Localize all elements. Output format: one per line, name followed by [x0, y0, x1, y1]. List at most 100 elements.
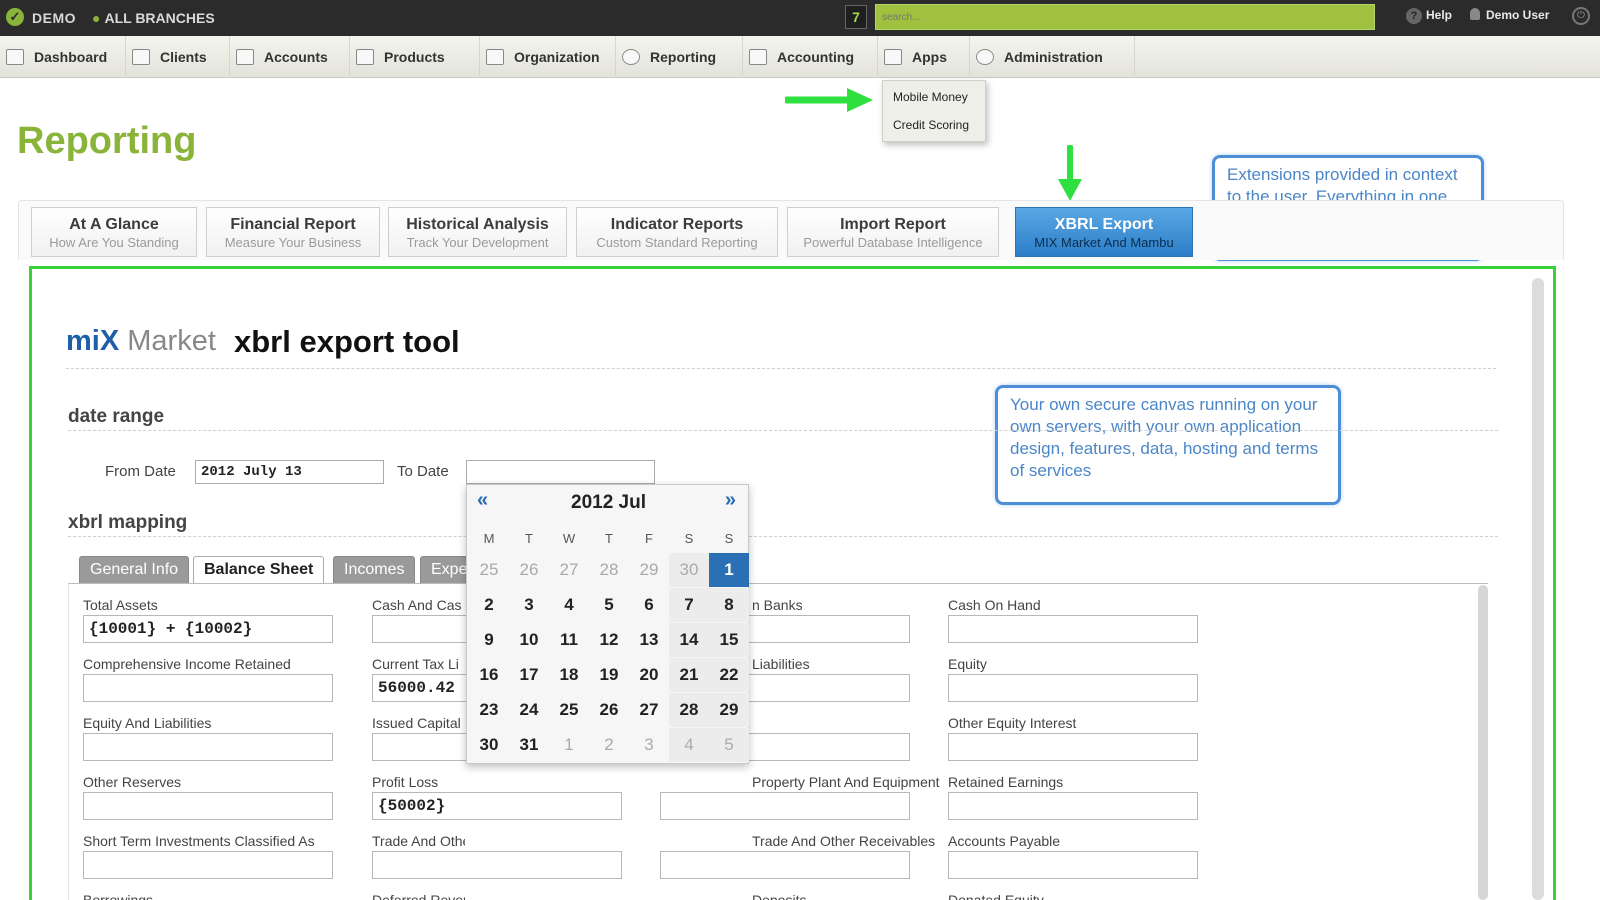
calendar-day[interactable]: 2	[589, 728, 629, 762]
mapping-input[interactable]	[83, 851, 333, 879]
calendar-day[interactable]: 29	[629, 553, 669, 587]
tab-title: XBRL Export	[1054, 216, 1154, 233]
calendar-day[interactable]: 14	[669, 623, 709, 657]
calendar-day[interactable]: 19	[589, 658, 629, 692]
calendar-day[interactable]: 22	[709, 658, 749, 692]
mapping-input[interactable]	[660, 792, 910, 820]
nav-dashboard[interactable]: Dashboard	[0, 36, 126, 78]
help-link[interactable]: ? Help	[1406, 8, 1452, 24]
panel-scrollbar[interactable]	[1478, 585, 1488, 900]
calendar-day[interactable]: 7	[669, 588, 709, 622]
mapping-input[interactable]	[83, 733, 333, 761]
calendar-day[interactable]: 8	[709, 588, 749, 622]
tab-at-a-glance[interactable]: At A Glance How Are You Standing	[31, 207, 197, 257]
calendar-day[interactable]: 12	[589, 623, 629, 657]
tab-import-report[interactable]: Import Report Powerful Database Intellige…	[787, 207, 999, 257]
next-month-button[interactable]: »	[725, 489, 736, 512]
calendar-day[interactable]: 16	[469, 658, 509, 692]
calendar-day[interactable]: 5	[709, 728, 749, 762]
tab-indicator-reports[interactable]: Indicator Reports Custom Standard Reporti…	[576, 207, 778, 257]
calendar-day[interactable]: 27	[629, 693, 669, 727]
calendar-day[interactable]: 28	[669, 693, 709, 727]
calendar-day[interactable]: 6	[629, 588, 669, 622]
nav-label: Accounts	[264, 49, 328, 65]
tab-xbrl-export[interactable]: XBRL Export MIX Market And Mambu	[1015, 207, 1193, 257]
mapping-input[interactable]	[948, 615, 1198, 643]
from-date-input[interactable]: 2012 July 13	[195, 460, 384, 484]
calendar-day[interactable]: 26	[589, 693, 629, 727]
calendar-day[interactable]: 28	[589, 553, 629, 587]
logo-market: Market	[127, 325, 216, 357]
notification-badge[interactable]: 7	[845, 5, 867, 29]
calendar-day[interactable]: 26	[509, 553, 549, 587]
products-icon	[356, 49, 374, 65]
calendar-day[interactable]: 23	[469, 693, 509, 727]
calendar-day[interactable]: 25	[549, 693, 589, 727]
mapping-input[interactable]	[948, 851, 1198, 879]
tab-financial-report[interactable]: Financial Report Measure Your Business	[206, 207, 380, 257]
apps-menu-credit-scoring[interactable]: Credit Scoring	[893, 118, 969, 132]
calendar-day[interactable]: 20	[629, 658, 669, 692]
calendar-day[interactable]: 4	[669, 728, 709, 762]
mapping-input[interactable]	[83, 792, 333, 820]
divider	[68, 430, 1498, 431]
tab-historical-analysis[interactable]: Historical Analysis Track Your Developmen…	[388, 207, 567, 257]
frame-scrollbar[interactable]	[1532, 278, 1544, 900]
field-label: Retained Earnings	[948, 774, 1064, 790]
calendar-day[interactable]: 1	[549, 728, 589, 762]
mapping-input[interactable]: {10001} + {10002}	[83, 615, 333, 643]
calendar-day[interactable]: 29	[709, 693, 749, 727]
mapping-input[interactable]	[948, 792, 1198, 820]
user-menu[interactable]: Demo User	[1470, 8, 1549, 22]
branch-selector[interactable]: ● ALL BRANCHES	[92, 10, 215, 26]
calendar-day[interactable]: 31	[509, 728, 549, 762]
tab-subtitle: How Are You Standing	[49, 235, 179, 250]
mapping-input[interactable]: {50002}	[372, 792, 622, 820]
calendar-day[interactable]: 30	[469, 728, 509, 762]
mapping-input[interactable]	[372, 851, 622, 879]
calendar-day[interactable]: 27	[549, 553, 589, 587]
calendar-day[interactable]: 15	[709, 623, 749, 657]
nav-clients[interactable]: Clients	[126, 36, 230, 78]
search-input[interactable]	[875, 4, 1375, 30]
calendar-day[interactable]: 24	[509, 693, 549, 727]
mapping-input[interactable]	[83, 674, 333, 702]
calendar-day[interactable]: 10	[509, 623, 549, 657]
nav-products[interactable]: Products	[350, 36, 480, 78]
calendar-day[interactable]: 13	[629, 623, 669, 657]
to-date-input[interactable]	[466, 460, 655, 484]
nav-accounts[interactable]: Accounts	[230, 36, 350, 78]
calendar-day[interactable]: 4	[549, 588, 589, 622]
calendar-day[interactable]: 3	[629, 728, 669, 762]
mapping-input[interactable]	[948, 733, 1198, 761]
calendar-day[interactable]: 18	[549, 658, 589, 692]
nav-apps[interactable]: Apps	[878, 36, 970, 78]
user-icon	[1470, 8, 1480, 20]
weekday-label: F	[645, 531, 653, 546]
mapping-input[interactable]	[948, 674, 1198, 702]
calendar-day[interactable]: 25	[469, 553, 509, 587]
field-label: Comprehensive Income Retained	[83, 656, 291, 672]
nav-accounting[interactable]: Accounting	[743, 36, 878, 78]
nav-administration[interactable]: Administration	[970, 36, 1135, 78]
xbrl-tab-general-info[interactable]: General Info	[79, 556, 190, 584]
calendar-day[interactable]: 11	[549, 623, 589, 657]
xbrl-tab-balance-sheet[interactable]: Balance Sheet	[193, 556, 325, 584]
nav-organization[interactable]: Organization	[480, 36, 616, 78]
calendar-day[interactable]: 1	[709, 553, 749, 587]
calendar-day[interactable]: 9	[469, 623, 509, 657]
calendar-day[interactable]: 30	[669, 553, 709, 587]
accounting-icon	[749, 49, 767, 65]
calendar-day[interactable]: 5	[589, 588, 629, 622]
xbrl-tab-incomes[interactable]: Incomes	[333, 556, 416, 584]
power-icon[interactable]: ⏻	[1572, 7, 1590, 25]
tab-title: Financial Report	[230, 216, 356, 233]
apps-menu-mobile-money[interactable]: Mobile Money	[893, 90, 968, 104]
nav-reporting[interactable]: Reporting	[616, 36, 743, 78]
calendar-day[interactable]: 2	[469, 588, 509, 622]
mapping-input[interactable]	[660, 851, 910, 879]
from-date-label: From Date	[105, 463, 176, 480]
calendar-day[interactable]: 17	[509, 658, 549, 692]
calendar-day[interactable]: 21	[669, 658, 709, 692]
calendar-day[interactable]: 3	[509, 588, 549, 622]
